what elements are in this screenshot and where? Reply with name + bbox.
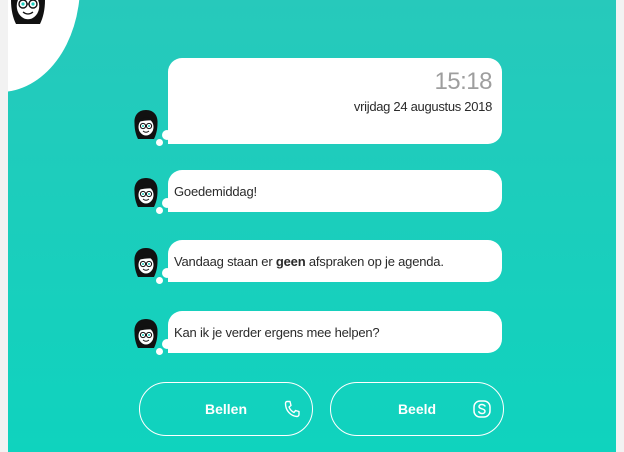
message-text: Vandaag staan er geen afspraken op je ag… xyxy=(174,253,444,269)
skype-icon xyxy=(473,400,491,418)
header-avatar-badge xyxy=(8,0,80,92)
assistant-panel: 15:18 vrijdag 24 augustus 2018 Goedemidd… xyxy=(8,0,616,452)
assistant-avatar-icon xyxy=(11,0,45,24)
video-call-button[interactable]: Beeld xyxy=(330,382,504,436)
clock-date: vrijdag 24 augustus 2018 xyxy=(353,99,492,114)
message-text: Goedemiddag! xyxy=(174,183,257,199)
message-bubble: Goedemiddag! xyxy=(168,170,502,212)
call-button-label: Bellen xyxy=(204,401,247,417)
video-call-button-label: Beeld xyxy=(397,401,437,417)
phone-icon xyxy=(284,400,300,418)
message-text: Kan ik je verder ergens mee helpen? xyxy=(174,324,380,340)
clock-message-row: 15:18 vrijdag 24 augustus 2018 xyxy=(132,58,502,146)
clock-time: 15:18 xyxy=(434,68,492,95)
message-row: Vandaag staan er geen afspraken op je ag… xyxy=(132,240,502,284)
message-bubble: Vandaag staan er geen afspraken op je ag… xyxy=(168,240,502,282)
message-row: Kan ik je verder ergens mee helpen? xyxy=(132,311,502,355)
message-row: Goedemiddag! xyxy=(132,170,502,214)
clock-bubble: 15:18 vrijdag 24 augustus 2018 xyxy=(168,58,502,144)
assistant-avatar-icon xyxy=(134,319,158,348)
message-bubble: Kan ik je verder ergens mee helpen? xyxy=(168,311,502,353)
assistant-avatar-icon xyxy=(134,248,158,277)
call-button[interactable]: Bellen xyxy=(139,382,313,436)
assistant-avatar-icon xyxy=(134,110,158,139)
assistant-avatar-icon xyxy=(134,178,158,207)
